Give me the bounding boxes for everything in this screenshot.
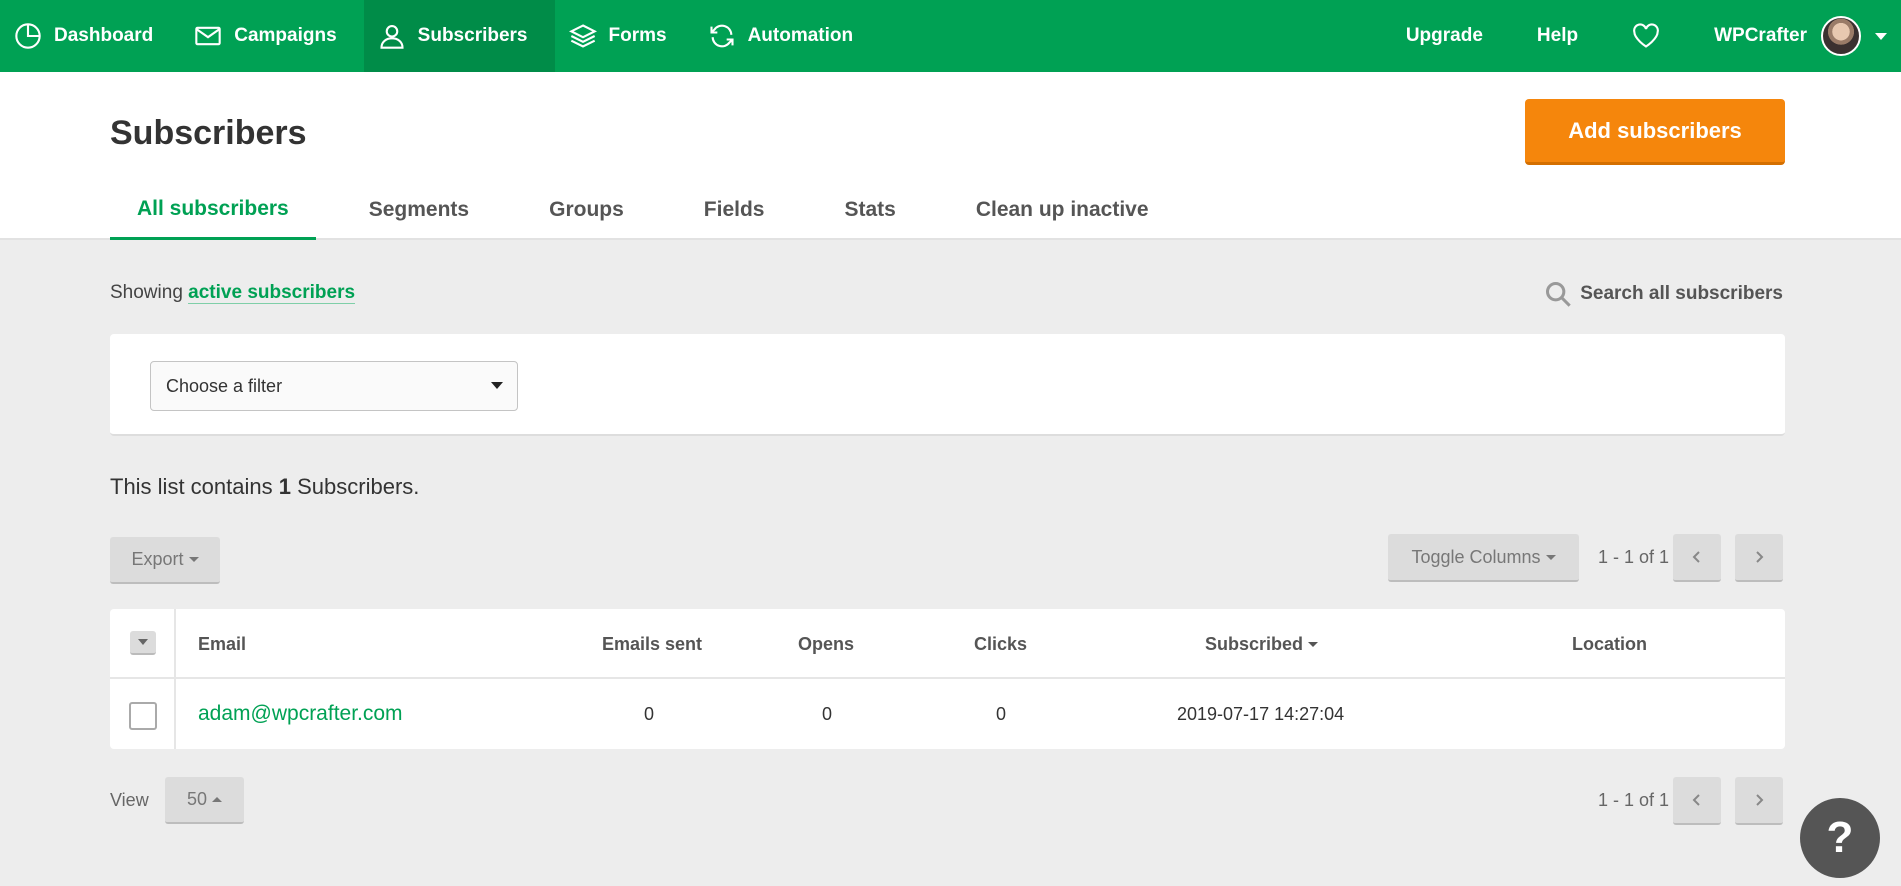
upgrade-link[interactable]: Upgrade	[1406, 25, 1483, 47]
subscriber-tabs: All subscribers Segments Groups Fields S…	[110, 180, 1202, 240]
help-chat-button[interactable]: ?	[1800, 798, 1880, 878]
prev-page-button-bottom[interactable]	[1673, 777, 1721, 825]
select-all-dropdown[interactable]	[130, 631, 156, 655]
prev-page-button[interactable]	[1673, 534, 1721, 582]
toggle-columns-label: Toggle Columns	[1411, 546, 1541, 567]
subscribers-table: Email Emails sent Opens Clicks Subscribe…	[110, 609, 1785, 749]
checkbox-column	[110, 609, 176, 749]
view-label: View	[110, 790, 149, 810]
search-all-label: Search all subscribers	[1580, 283, 1783, 304]
caret-down-icon	[188, 557, 199, 562]
pager-range-top: 1 - 1 of 1	[1598, 547, 1670, 567]
filter-select-value: Choose a filter	[166, 375, 283, 396]
sort-caret-icon	[1308, 641, 1319, 647]
heart-icon[interactable]	[1632, 23, 1660, 49]
tab-stats[interactable]: Stats	[817, 180, 922, 240]
caret-down-icon	[138, 639, 148, 645]
list-count-prefix: This list contains	[110, 474, 273, 499]
active-subscribers-link[interactable]: active subscribers	[188, 282, 356, 304]
column-clicks[interactable]: Clicks	[974, 609, 1027, 679]
subscriber-email-link[interactable]: adam@wpcrafter.com	[198, 702, 403, 726]
dropdown-caret-icon	[491, 382, 503, 389]
chevron-left-icon	[1692, 551, 1700, 563]
caret-down-icon	[1545, 554, 1556, 560]
nav-campaigns-label: Campaigns	[234, 25, 337, 46]
nav-forms[interactable]: Forms	[555, 0, 694, 72]
column-location[interactable]: Location	[1572, 609, 1647, 679]
search-icon	[1546, 281, 1571, 307]
nav-subscribers-label: Subscribers	[417, 25, 528, 46]
search-all-subscribers[interactable]: Search all subscribers	[1544, 280, 1783, 308]
table-row-email: adam@wpcrafter.com	[198, 679, 403, 749]
export-label: Export	[131, 549, 184, 569]
column-email[interactable]: Email	[198, 609, 246, 679]
list-count: This list contains 1 Subscribers.	[110, 474, 419, 500]
help-link[interactable]: Help	[1537, 25, 1578, 47]
filter-card: Choose a filter	[110, 334, 1785, 436]
tab-groups[interactable]: Groups	[522, 180, 651, 240]
chevron-left-icon	[1692, 794, 1700, 806]
nav-forms-label: Forms	[608, 25, 667, 46]
nav-automation[interactable]: Automation	[694, 0, 881, 72]
chevron-right-icon	[1756, 551, 1764, 563]
avatar[interactable]	[1821, 16, 1861, 56]
page-header: Subscribers Add subscribers All subscrib…	[0, 72, 1901, 240]
next-page-button[interactable]	[1735, 534, 1783, 582]
table-row-opens: 0	[822, 703, 833, 724]
chevron-down-icon[interactable]	[1875, 32, 1887, 40]
next-page-button-bottom[interactable]	[1735, 777, 1783, 825]
tab-all-subscribers[interactable]: All subscribers	[110, 180, 316, 240]
layers-icon	[568, 24, 597, 48]
toggle-columns-button[interactable]: Toggle Columns	[1388, 534, 1579, 582]
per-page-select[interactable]: 50	[165, 777, 244, 824]
per-page-value: 50	[186, 789, 208, 809]
tab-segments[interactable]: Segments	[342, 180, 496, 240]
list-count-number: 1	[278, 474, 291, 499]
refresh-icon	[710, 24, 734, 48]
table-header	[110, 609, 1785, 679]
pager-range-bottom: 1 - 1 of 1	[1598, 790, 1670, 810]
row-checkbox[interactable]	[129, 702, 157, 730]
list-count-suffix: Subscribers.	[297, 474, 420, 499]
user-name[interactable]: WPCrafter	[1714, 25, 1807, 47]
column-subscribed-label: Subscribed	[1205, 633, 1304, 654]
showing-prefix: Showing	[110, 282, 183, 303]
column-opens[interactable]: Opens	[798, 609, 854, 679]
table-row-subscribed: 2019-07-17 14:27:04	[1177, 703, 1345, 724]
chevron-right-icon	[1756, 794, 1764, 806]
caret-up-icon	[212, 797, 223, 802]
main-menu: Dashboard Campaigns Subscribers Forms Au…	[0, 0, 880, 72]
nav-dashboard-label: Dashboard	[54, 25, 154, 46]
user-menu-area: Upgrade Help WPCrafter	[1406, 0, 1901, 72]
tab-clean-up-inactive[interactable]: Clean up inactive	[949, 180, 1176, 240]
page-title: Subscribers	[110, 114, 307, 152]
nav-automation-label: Automation	[747, 25, 854, 46]
top-navigation: Dashboard Campaigns Subscribers Forms Au…	[0, 0, 1901, 72]
pie-chart-icon	[15, 23, 41, 49]
filter-select[interactable]: Choose a filter	[150, 361, 518, 411]
add-subscribers-button[interactable]: Add subscribers	[1525, 99, 1785, 165]
column-subscribed[interactable]: Subscribed	[1205, 609, 1319, 679]
nav-subscribers[interactable]: Subscribers	[363, 0, 555, 72]
envelope-icon	[195, 26, 221, 46]
showing-text: Showing active subscribers	[110, 282, 356, 304]
tab-fields[interactable]: Fields	[677, 180, 792, 240]
export-button[interactable]: Export	[110, 537, 220, 584]
nav-campaigns[interactable]: Campaigns	[180, 0, 363, 72]
table-row-sent: 0	[644, 703, 655, 724]
table-row-clicks: 0	[996, 703, 1007, 724]
user-icon	[380, 25, 404, 49]
nav-dashboard[interactable]: Dashboard	[0, 0, 180, 72]
column-emails-sent[interactable]: Emails sent	[602, 609, 702, 679]
